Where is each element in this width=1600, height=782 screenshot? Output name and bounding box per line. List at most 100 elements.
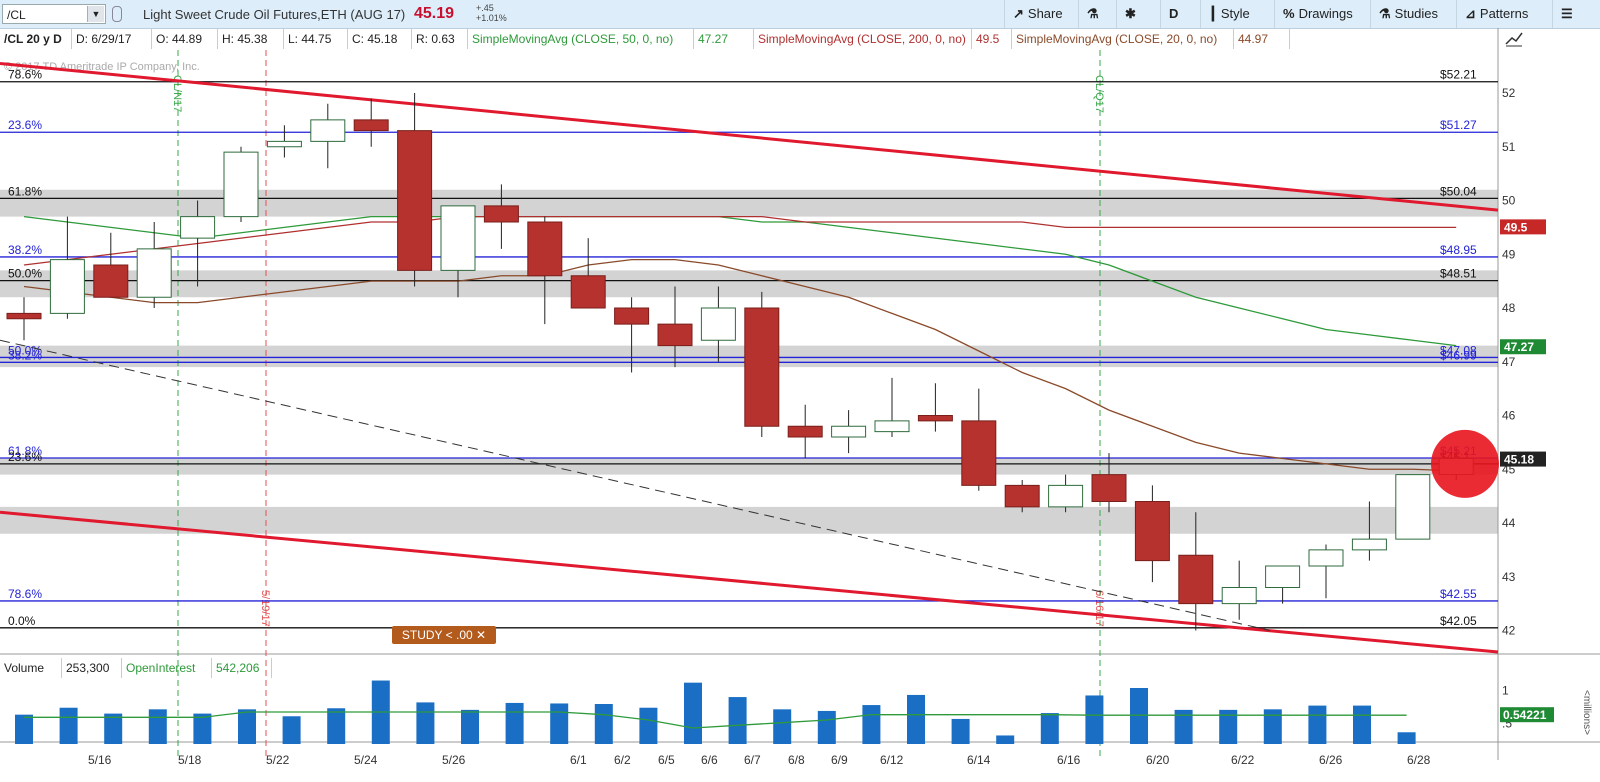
aggregation-button[interactable]: D xyxy=(1160,0,1200,28)
fib-price-label: $51.27 xyxy=(1440,118,1477,132)
volume-bar xyxy=(327,708,346,744)
gear-icon: ✱ xyxy=(1125,6,1136,21)
candle-body xyxy=(483,205,519,223)
volume-bar xyxy=(193,713,212,744)
last-price: 45.19 xyxy=(414,5,455,22)
candle-body xyxy=(787,425,823,438)
date-tick-label: 6/20 xyxy=(1146,753,1170,767)
volume-label[interactable]: Volume xyxy=(0,658,62,678)
price-tick-label: 48 xyxy=(1502,301,1516,315)
fib-price-label: $46.99 xyxy=(1440,348,1477,362)
volume-bar xyxy=(773,709,792,744)
volume-value: 253,300 xyxy=(62,658,122,678)
aggregation-label: D xyxy=(1169,6,1179,21)
date-tick-label: 6/22 xyxy=(1231,753,1255,767)
candle-body xyxy=(917,415,953,422)
volume-bar xyxy=(639,707,658,744)
volume-tick-label: 1 xyxy=(1502,684,1509,698)
chevron-down-icon[interactable]: ▼ xyxy=(87,6,104,22)
candle-body xyxy=(570,275,606,309)
volume-bar xyxy=(238,709,256,744)
settings-button[interactable]: ✱ xyxy=(1116,0,1160,28)
volume-bar xyxy=(148,709,167,744)
fib-percent-label: 78.6% xyxy=(8,68,42,82)
candle-body xyxy=(1308,549,1344,567)
date-tick-label: 6/26 xyxy=(1319,753,1343,767)
oi-label[interactable]: OpenInterest xyxy=(122,658,212,678)
moving-averages xyxy=(23,215,1457,472)
date-tick-label: 6/9 xyxy=(831,753,848,767)
symbol-text: /CL xyxy=(7,8,26,22)
price-axis: 424344454647484950515249.547.2745.18 xyxy=(1500,86,1546,638)
candle-body xyxy=(440,205,476,271)
volume-bar xyxy=(817,710,836,744)
volume-bar xyxy=(1353,705,1371,744)
patterns-button[interactable]: ⊿ Patterns xyxy=(1456,0,1552,28)
volume-bar xyxy=(594,704,613,744)
date-tick-label: 5/18 xyxy=(178,753,202,767)
volume-bar xyxy=(862,705,881,744)
percent-change: +1.01% xyxy=(476,13,507,23)
candle-body xyxy=(1048,484,1084,508)
style-button[interactable]: ┃ Style xyxy=(1200,0,1274,28)
volume-bar xyxy=(728,697,747,744)
date-tick-label: 5/16 xyxy=(88,753,112,767)
patterns-label: Patterns xyxy=(1479,6,1529,21)
candle-body xyxy=(136,248,172,298)
date-tick-label: 5/24 xyxy=(354,753,378,767)
date-tick-label: 6/6 xyxy=(701,753,718,767)
fib-price-label: $48.95 xyxy=(1440,243,1477,257)
volume-bar xyxy=(1263,709,1282,744)
volume-bar xyxy=(59,707,78,744)
candle-body xyxy=(310,119,346,142)
candle-body xyxy=(874,420,910,433)
candle-body xyxy=(1265,565,1301,588)
candle-body xyxy=(93,264,129,298)
flask-button[interactable]: ⚗ xyxy=(1078,0,1116,28)
volume-bar xyxy=(461,709,479,744)
candle-body xyxy=(657,323,693,347)
volume-bar xyxy=(1308,705,1327,744)
symbol-selector[interactable]: /CL ▼ xyxy=(2,4,106,24)
date-tick-label: 6/5 xyxy=(658,753,675,767)
fib-price-label: $48.51 xyxy=(1440,267,1477,281)
volume-bar xyxy=(550,703,569,744)
sma200-line xyxy=(23,215,1457,266)
fib-percent-label: 78.6% xyxy=(8,587,42,601)
candle-body xyxy=(49,259,85,314)
volume-bar xyxy=(282,716,301,744)
menu-icon: ☰ xyxy=(1561,6,1573,21)
studies-button[interactable]: ⚗ Studies xyxy=(1370,0,1456,28)
volume-bar xyxy=(15,714,33,744)
marker-label: CL/Q17 xyxy=(1093,75,1105,113)
price-tick-label: 47 xyxy=(1502,355,1516,369)
volume-bar xyxy=(907,694,925,744)
candle-body xyxy=(1351,538,1387,551)
candle-body xyxy=(1221,587,1257,605)
candle-body xyxy=(397,130,433,271)
candle-body xyxy=(700,307,736,341)
candle-body xyxy=(1395,474,1431,540)
date-tick-label: 6/12 xyxy=(880,753,904,767)
top-toolbar: /CL ▼ Light Sweet Crude Oil Futures,ETH … xyxy=(0,0,1600,29)
oi-value: 542,206 xyxy=(212,658,272,678)
style-label: Style xyxy=(1220,6,1250,21)
date-tick-label: 6/28 xyxy=(1407,753,1431,767)
candle-body xyxy=(353,119,389,132)
share-button[interactable]: ↗ Share xyxy=(1004,0,1078,28)
gray-zone xyxy=(0,458,1498,475)
gray-zone xyxy=(0,506,1498,534)
link-icon[interactable] xyxy=(112,6,122,22)
volume-bar xyxy=(1130,688,1148,744)
fib-percent-label: 50.0% xyxy=(8,267,42,281)
drawings-button[interactable]: % Drawings xyxy=(1274,0,1370,28)
price-change: +.45 +1.01% xyxy=(476,3,507,23)
menu-button[interactable]: ☰ xyxy=(1552,0,1600,28)
sma50-flag: 47.27 xyxy=(1504,340,1534,354)
fib-percent-label: 38.2% xyxy=(8,348,42,362)
fib-price-label: $42.05 xyxy=(1440,614,1477,628)
candle-body xyxy=(1134,501,1170,562)
percent-icon: % xyxy=(1283,6,1295,21)
volume-bar xyxy=(505,702,524,744)
study-badge[interactable]: STUDY < .00 ✕ xyxy=(392,626,496,644)
